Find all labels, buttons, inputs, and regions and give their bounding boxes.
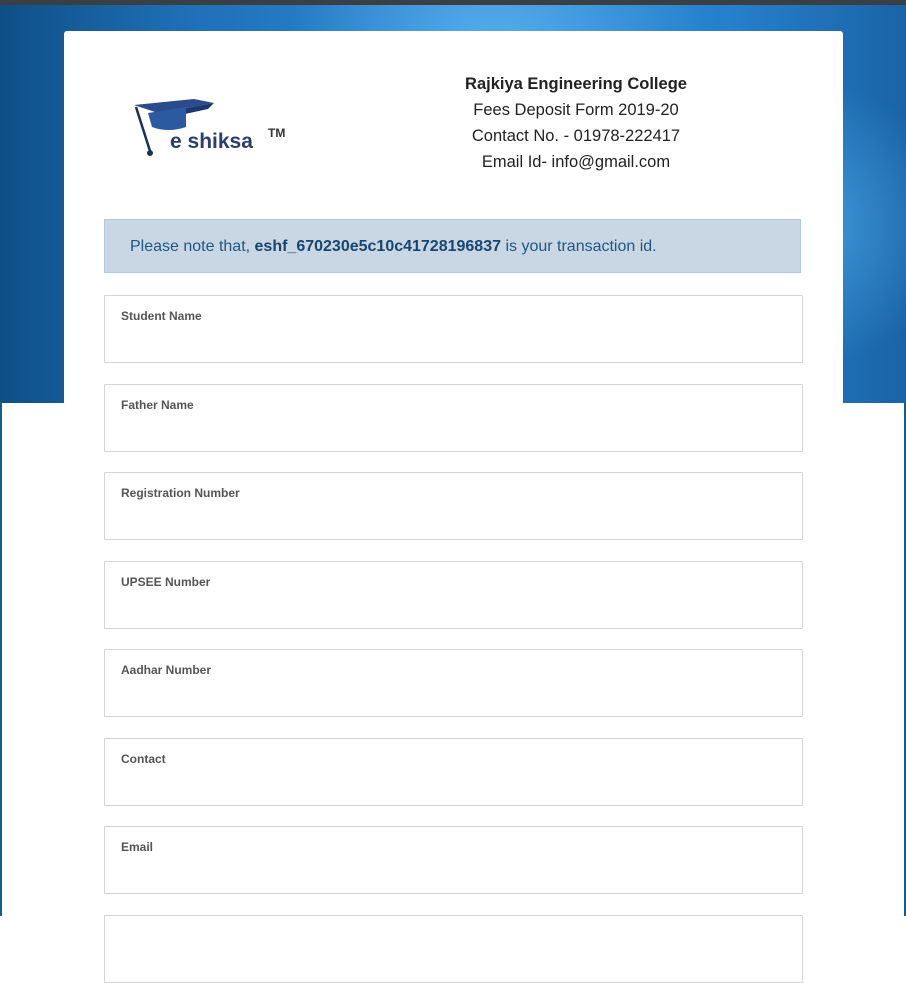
eshiksa-logo: e shiksa TM [128, 93, 298, 163]
aadhar-number-field[interactable]: Aadhar Number [104, 649, 803, 717]
logo-text: e shiksa [170, 130, 253, 153]
graduation-cap-icon: e shiksa TM [134, 99, 285, 156]
college-name: Rajkiya Engineering College [465, 75, 687, 93]
contact-email: Email Id- info@gmail.com [481, 153, 671, 171]
contact-number: Contact No. - 01978-222417 [471, 127, 681, 145]
student-name-label: Student Name [121, 309, 202, 323]
left-edge [0, 403, 2, 916]
upsee-number-field[interactable]: UPSEE Number [104, 561, 803, 629]
upsee-number-input[interactable] [121, 596, 785, 622]
father-name-input[interactable] [121, 419, 785, 445]
student-name-input[interactable] [121, 330, 785, 356]
email-input[interactable] [121, 861, 785, 887]
contact-label: Contact [121, 752, 166, 766]
student-name-field[interactable]: Student Name [104, 295, 803, 363]
next-field[interactable] [104, 915, 803, 983]
email-label: Email [121, 840, 154, 854]
registration-number-label: Registration Number [121, 486, 240, 500]
contact-field[interactable]: Contact [104, 738, 803, 806]
transaction-notice: Please note that, eshf_670230e5c10c41728… [104, 219, 801, 273]
aadhar-number-label: Aadhar Number [121, 663, 212, 677]
upsee-number-label: UPSEE Number [121, 575, 211, 589]
notice-prefix: Please note that, [130, 238, 255, 255]
logo-trademark: TM [268, 126, 285, 140]
registration-number-input[interactable] [121, 507, 785, 533]
form-card: e shiksa TM Rajkiya Engineering College … [64, 31, 843, 983]
college-info: Rajkiya Engineering College Fees Deposit… [386, 71, 766, 175]
registration-number-field[interactable]: Registration Number [104, 472, 803, 540]
transaction-id: eshf_670230e5c10c41728196837 [254, 238, 501, 255]
father-name-label: Father Name [121, 398, 194, 412]
contact-input[interactable] [121, 773, 785, 799]
notice-suffix: is your transaction id. [501, 238, 657, 255]
father-name-field[interactable]: Father Name [104, 384, 803, 452]
email-field[interactable]: Email [104, 826, 803, 894]
form-title: Fees Deposit Form 2019-20 [473, 101, 679, 119]
aadhar-number-input[interactable] [121, 684, 785, 710]
